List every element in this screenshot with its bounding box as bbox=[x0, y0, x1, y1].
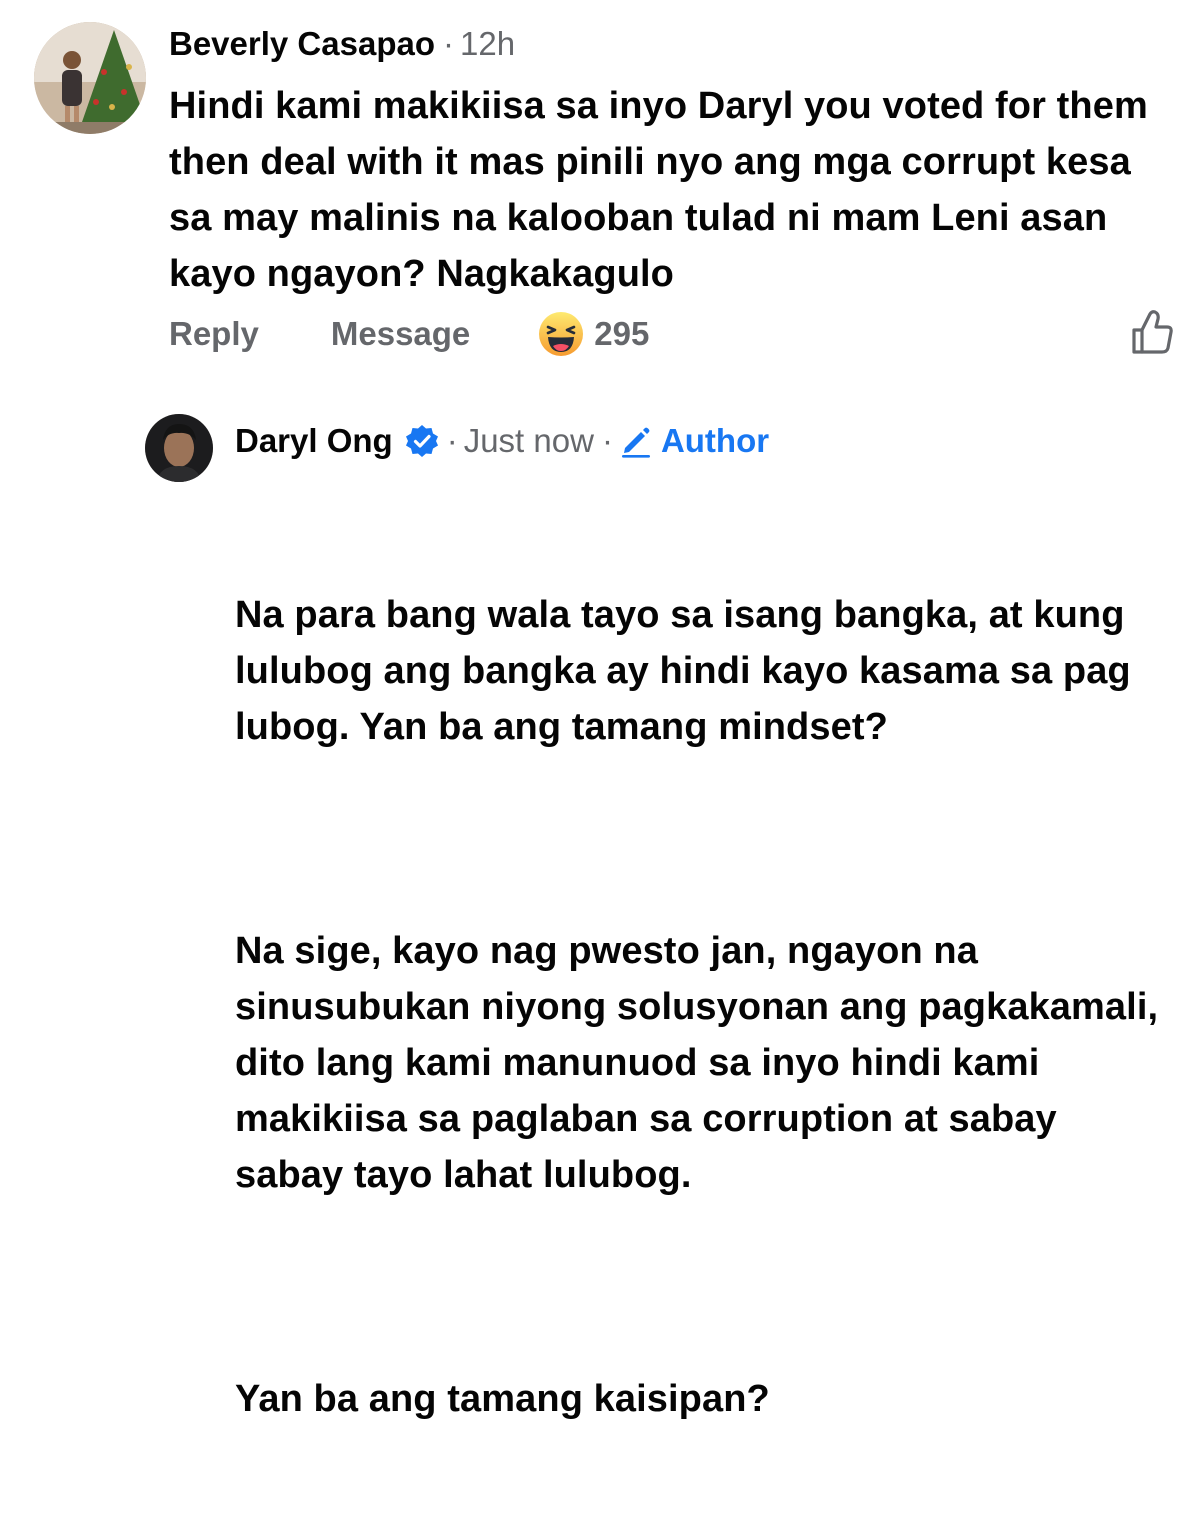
avatar-photo bbox=[145, 414, 213, 482]
reply-paragraph: Na sige, kayo nag pwesto jan, ngayon na … bbox=[235, 930, 1169, 1196]
comment-meta: Beverly Casapao · 12h bbox=[169, 22, 1174, 66]
thumbs-up-icon[interactable] bbox=[1130, 308, 1174, 356]
author-name[interactable]: Daryl Ong bbox=[235, 419, 393, 463]
meta-separator: · bbox=[446, 422, 458, 459]
comment-actions: Reply Message 295 bbox=[169, 308, 1174, 360]
avatar[interactable] bbox=[145, 414, 213, 482]
reply-text: Na para bang wala tayo sa isang bangka, … bbox=[235, 475, 1175, 1539]
verified-badge-icon bbox=[405, 425, 438, 457]
reply-button[interactable]: Reply bbox=[169, 315, 259, 353]
message-button[interactable]: Message bbox=[331, 315, 470, 353]
comment-text: Hindi kami makikiisa sa inyo Daryl you v… bbox=[169, 85, 1159, 295]
timestamp[interactable]: 12h bbox=[460, 22, 515, 66]
pencil-icon bbox=[621, 427, 650, 458]
haha-emoji-icon bbox=[539, 312, 584, 356]
comment-body: Daryl Ong · Just now · Author Na para ba… bbox=[235, 418, 1175, 1539]
meta-separator: · bbox=[601, 422, 613, 459]
comment-meta: Daryl Ong · Just now · Author bbox=[235, 418, 1175, 463]
avatar[interactable] bbox=[34, 22, 146, 134]
meta-separator: · bbox=[442, 25, 454, 62]
avatar-photo bbox=[34, 22, 146, 134]
timestamp[interactable]: Just now bbox=[464, 419, 594, 463]
author-name[interactable]: Beverly Casapao bbox=[169, 22, 435, 66]
reply-paragraph: Yan ba ang tamang kaisipan? bbox=[235, 1378, 770, 1420]
author-badge-label: Author bbox=[660, 422, 770, 459]
reply-paragraph: Na para bang wala tayo sa isang bangka, … bbox=[235, 594, 1142, 748]
author-badge: Author bbox=[619, 418, 769, 463]
reaction-count: 295 bbox=[594, 315, 650, 352]
reaction-summary[interactable]: 295 bbox=[538, 311, 649, 357]
comment-body: Beverly Casapao · 12h Hindi kami makikii… bbox=[169, 22, 1174, 302]
